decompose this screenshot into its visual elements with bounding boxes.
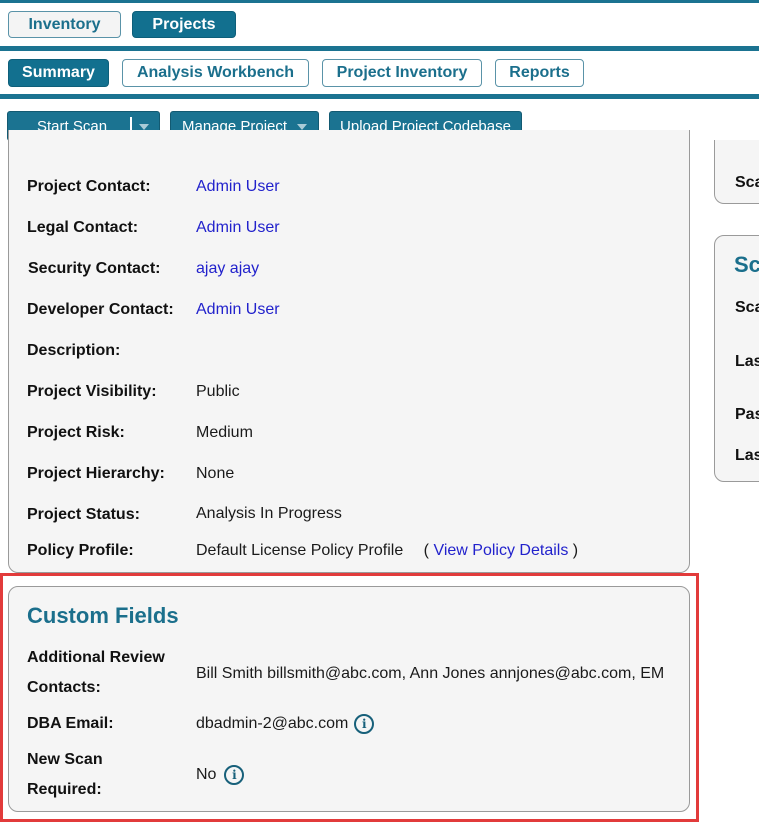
security-contact-label: Security Contact: xyxy=(28,260,161,277)
new-scan-label-line1: New Scan xyxy=(27,751,103,768)
side-row-2: Las xyxy=(735,353,759,370)
info-icon[interactable]: i xyxy=(224,764,245,785)
view-policy-details-link[interactable]: View Policy Details xyxy=(433,542,568,559)
paren-close: ) xyxy=(572,542,579,559)
risk-value: Medium xyxy=(196,424,253,441)
legal-contact-link[interactable]: Admin User xyxy=(196,213,280,243)
policy-profile-name: Default License Policy Profile xyxy=(196,542,404,559)
side-panel-schedule: Sc Sca Las Pas Las xyxy=(714,235,759,482)
info-icon[interactable]: i xyxy=(354,713,375,734)
custom-fields-panel: Custom Fields Additional Review Contacts… xyxy=(8,586,690,812)
additional-review-label-line1: Additional Review xyxy=(27,649,165,666)
side-panel-scan-label: Sca xyxy=(735,174,759,191)
side-panel-scan: Sca xyxy=(714,140,759,204)
custom-fields-title: Custom Fields xyxy=(27,603,179,628)
tab-summary[interactable]: Summary xyxy=(8,59,109,87)
policy-profile-value: Default License Policy Profile ( View Po… xyxy=(196,536,578,566)
top-accent-bar xyxy=(0,0,759,3)
status-label: Project Status: xyxy=(27,506,140,523)
policy-profile-label: Policy Profile: xyxy=(27,542,134,559)
legal-contact-label: Legal Contact: xyxy=(27,219,139,236)
risk-label: Project Risk: xyxy=(27,424,125,441)
additional-review-value: Bill Smith billsmith@abc.com, Ann Jones … xyxy=(196,665,665,682)
subnav-divider-bar xyxy=(0,94,759,99)
new-scan-value: No xyxy=(196,766,217,783)
developer-contact-label: Developer Contact: xyxy=(27,301,174,318)
additional-review-label-line2: Contacts: xyxy=(27,679,101,696)
tab-project-inventory[interactable]: Project Inventory xyxy=(322,59,482,87)
security-contact-link[interactable]: ajay ajay xyxy=(196,254,259,284)
visibility-value: Public xyxy=(196,383,240,400)
side-row-3: Pas xyxy=(735,406,759,423)
paren-open: ( xyxy=(423,542,429,559)
side-panel-schedule-title: Sc xyxy=(734,252,759,277)
hierarchy-value: None xyxy=(196,465,235,482)
dba-email-label: DBA Email: xyxy=(27,715,114,732)
project-contact-label: Project Contact: xyxy=(27,178,151,195)
project-details-panel: Project Contact: Admin User Legal Contac… xyxy=(8,130,690,573)
status-value: Analysis In Progress xyxy=(196,505,342,522)
new-scan-row: No i xyxy=(196,760,245,790)
tab-projects[interactable]: Projects xyxy=(132,11,236,38)
description-label: Description: xyxy=(27,342,121,359)
side-row-4: Las xyxy=(735,447,759,464)
side-row-1: Sca xyxy=(735,299,759,316)
tab-reports[interactable]: Reports xyxy=(495,59,584,87)
new-scan-label-line2: Required: xyxy=(27,781,102,798)
developer-contact-link[interactable]: Admin User xyxy=(196,295,280,325)
project-contact-link[interactable]: Admin User xyxy=(196,172,280,202)
tab-analysis-workbench[interactable]: Analysis Workbench xyxy=(122,59,309,87)
nav-divider-bar xyxy=(0,46,759,51)
dba-email-row: dbadmin-2@abc.com i xyxy=(196,709,375,739)
visibility-label: Project Visibility: xyxy=(27,383,157,400)
dba-email-value: dbadmin-2@abc.com xyxy=(196,715,349,732)
tab-inventory[interactable]: Inventory xyxy=(8,11,121,38)
hierarchy-label: Project Hierarchy: xyxy=(27,465,165,482)
